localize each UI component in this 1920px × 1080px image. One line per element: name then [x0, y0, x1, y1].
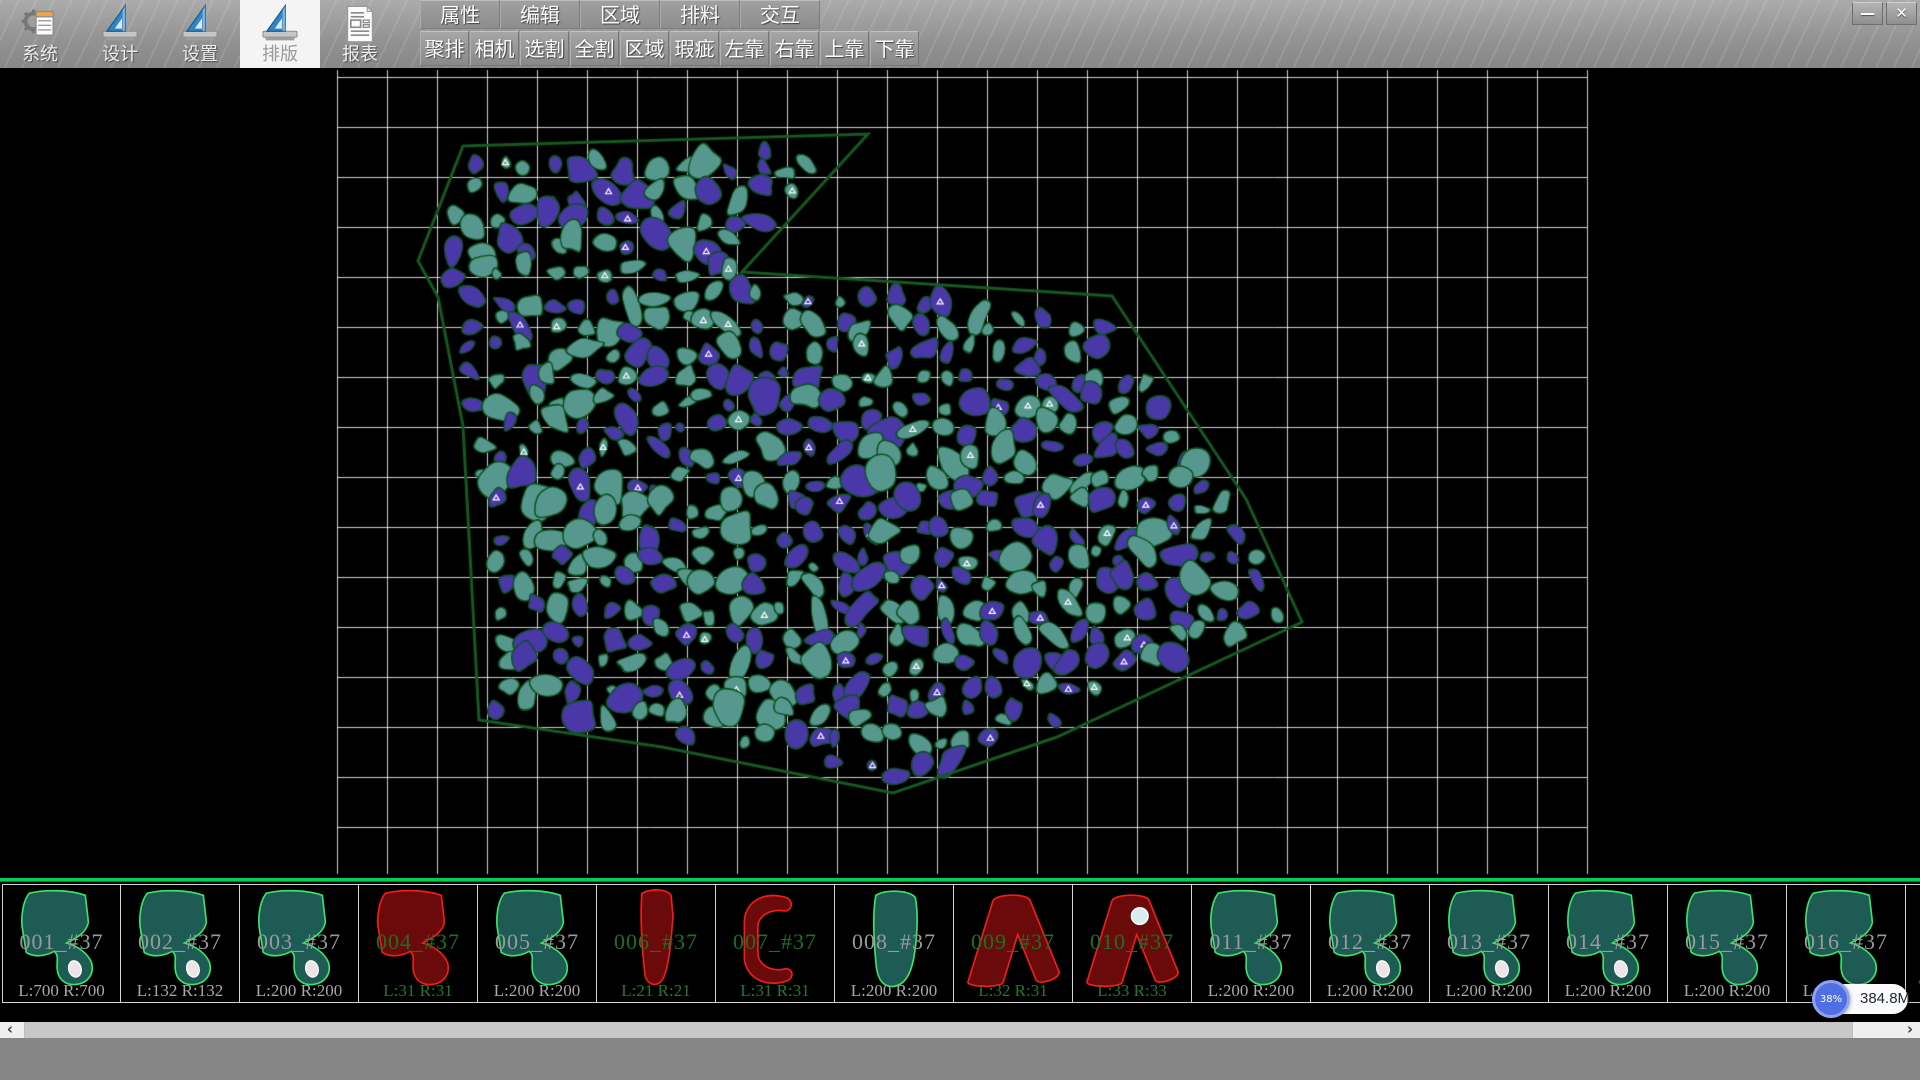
piece-id: 002_#37 — [121, 929, 239, 955]
close-button[interactable]: ✕ — [1886, 2, 1917, 25]
nav-label: 报表 — [320, 40, 400, 66]
piece-thumbnail[interactable]: 011_#37 L:200 R:200 — [1192, 885, 1311, 1002]
nav-label: 设计 — [80, 40, 160, 66]
menu-item-edit[interactable]: 编辑 — [500, 0, 580, 29]
piece-lr-count: L:200 R:200 — [1192, 981, 1310, 1001]
piece-thumbnail[interactable]: 007_#37 L:31 R:31 — [716, 885, 835, 1002]
tool-defect[interactable]: 瑕疵 — [670, 31, 719, 66]
piece-lr-count: L:21 R:21 — [597, 981, 715, 1001]
nav-section-settings[interactable]: 设置 — [160, 0, 240, 68]
settings-icon — [179, 3, 221, 45]
piece-id: 009_#37 — [954, 929, 1072, 955]
piece-lr-count: L:200 R:200 — [1430, 981, 1548, 1001]
piece-lr-count: L:200 R:200 — [478, 981, 596, 1001]
menu-item-interaction[interactable]: 交互 — [740, 0, 820, 29]
piece-id: 004_#37 — [359, 929, 477, 955]
tool-cluster-nest[interactable]: 聚排 — [420, 31, 469, 66]
scrollbar-thumb[interactable] — [24, 1022, 1853, 1038]
menu-bar: 属性 编辑 区域 排料 交互 — [420, 0, 820, 30]
piece-id: 016_#37 — [1787, 929, 1905, 955]
scroll-left-icon[interactable]: ‹ — [0, 1022, 20, 1038]
window-controls: — ✕ — [1852, 2, 1917, 25]
report-icon — [339, 3, 381, 45]
nav-section-design[interactable]: 设计 — [80, 0, 160, 68]
scroll-right-icon[interactable]: › — [1900, 1022, 1920, 1038]
piece-lr-count: L:200 R:200 — [1549, 981, 1667, 1001]
piece-id: 011_#37 — [1192, 929, 1310, 955]
tool-region[interactable]: 区域 — [620, 31, 669, 66]
piece-id: 015_#37 — [1668, 929, 1786, 955]
memory-value: 384.8M — [1860, 990, 1910, 1007]
tool-select-cut[interactable]: 选割 — [520, 31, 569, 66]
piece-id: 001_#37 — [3, 929, 120, 955]
piece-thumbnail[interactable]: 015_#37 L:200 R:200 — [1668, 885, 1787, 1002]
piece-id: 010_#37 — [1073, 929, 1191, 955]
progress-circle: 38% — [1812, 980, 1850, 1018]
progress-percent: 38% — [1820, 994, 1842, 1005]
nav-label: 设置 — [160, 40, 240, 66]
piece-lr-count: L:200 R:200 — [1668, 981, 1786, 1001]
piece-id: 014_#37 — [1549, 929, 1667, 955]
piece-lr-count: L:200 R:200 — [240, 981, 358, 1001]
window-bottom-margin — [0, 1038, 1920, 1080]
piece-thumbnail[interactable]: 008_#37 L:200 R:200 — [835, 885, 954, 1002]
piece-id: 003_#37 — [240, 929, 358, 955]
menu-item-properties[interactable]: 属性 — [420, 0, 500, 29]
tool-bar: 聚排 相机 选割 全割 区域 瑕疵 左靠 右靠 上靠 下靠 — [420, 31, 920, 67]
piece-thumbnail[interactable]: 004_#37 L:31 R:31 — [359, 885, 478, 1002]
piece-thumbnail[interactable]: 014_#37 L:200 R:200 — [1549, 885, 1668, 1002]
piece-thumbnail[interactable]: 005_#37 L:200 R:200 — [478, 885, 597, 1002]
piece-thumbnail[interactable]: 010_#37 L:33 R:33 — [1073, 885, 1192, 1002]
tool-camera[interactable]: 相机 — [470, 31, 519, 66]
piece-thumbnail[interactable]: 003_#37 L:200 R:200 — [240, 885, 359, 1002]
main-nav: 系统 设计 设置 — [0, 0, 400, 68]
piece-thumbnail[interactable]: 013_#37 L:200 R:200 — [1430, 885, 1549, 1002]
nav-section-system[interactable]: 系统 — [0, 0, 80, 68]
tool-snap-left[interactable]: 左靠 — [720, 31, 769, 66]
piece-thumbnail[interactable]: 012_#37 L:200 R:200 — [1311, 885, 1430, 1002]
nesting-icon — [259, 3, 301, 45]
piece-id: 008_#37 — [835, 929, 953, 955]
piece-id: 006_#37 — [597, 929, 715, 955]
piece-lr-count: L:132 R:132 — [121, 981, 239, 1001]
piece-lr-count: L:700 R:700 — [3, 981, 120, 1001]
piece-id: 013_#37 — [1430, 929, 1548, 955]
piece-id: 017_#37 — [1906, 929, 1920, 955]
nav-section-nesting[interactable]: 排版 — [240, 0, 320, 68]
design-icon — [99, 3, 141, 45]
piece-lr-count: L:31 R:31 — [716, 981, 834, 1001]
piece-lr-count: L:200 R:200 — [1311, 981, 1429, 1001]
piece-id: 007_#37 — [716, 929, 834, 955]
nav-label: 排版 — [240, 40, 320, 66]
piece-lr-count: L:200 R:200 — [835, 981, 953, 1001]
tool-snap-right[interactable]: 右靠 — [770, 31, 819, 66]
app-window: 系统 设计 设置 — [0, 0, 1920, 1080]
piece-id: 005_#37 — [478, 929, 596, 955]
piece-lr-count: L:33 R:33 — [1073, 981, 1191, 1001]
piece-thumbnail[interactable]: 006_#37 L:21 R:21 — [597, 885, 716, 1002]
horizontal-scrollbar[interactable]: ‹ › — [0, 1022, 1920, 1038]
piece-thumbnail[interactable]: 002_#37 L:132 R:132 — [121, 885, 240, 1002]
tool-snap-down[interactable]: 下靠 — [870, 31, 919, 66]
minimize-button[interactable]: — — [1852, 2, 1883, 25]
nav-label: 系统 — [0, 40, 80, 66]
tool-cut-all[interactable]: 全割 — [570, 31, 619, 66]
strip-top-line-shadow — [0, 881, 1920, 882]
piece-lr-count: L:32 R:31 — [954, 981, 1072, 1001]
piece-thumbnail[interactable]: 009_#37 L:32 R:31 — [954, 885, 1073, 1002]
menu-item-nesting[interactable]: 排料 — [660, 0, 740, 29]
menu-item-region[interactable]: 区域 — [580, 0, 660, 29]
nav-section-report[interactable]: 报表 — [320, 0, 400, 68]
piece-lr-count: L:31 R:31 — [359, 981, 477, 1001]
nesting-canvas[interactable] — [0, 68, 1920, 878]
tool-snap-up[interactable]: 上靠 — [820, 31, 869, 66]
piece-id: 012_#37 — [1311, 929, 1429, 955]
title-bar: 系统 设计 设置 — [0, 0, 1920, 68]
system-icon — [19, 3, 61, 45]
piece-thumbnail[interactable]: 017_#37 — [1906, 885, 1920, 1002]
piece-thumbnail[interactable]: 001_#37 L:700 R:700 — [2, 885, 121, 1002]
piece-filmstrip: 001_#37L:700 R:700002_#37L:132 R:132003_… — [2, 884, 1920, 1003]
